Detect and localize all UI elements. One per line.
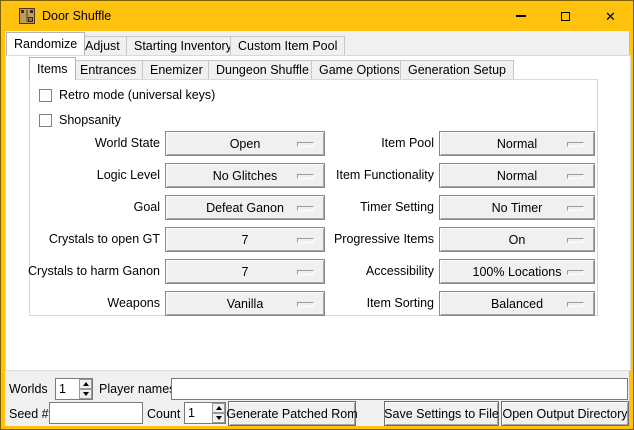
tab-dungeon-shuffle[interactable]: Dungeon Shuffle	[208, 60, 317, 79]
accessibility-label: Accessibility	[300, 259, 434, 284]
timer-setting-value: No Timer	[492, 201, 543, 215]
shopsanity-checkbox-row: Shopsanity	[39, 113, 121, 127]
window-title: Door Shuffle	[42, 9, 111, 23]
item-functionality-label: Item Functionality	[300, 163, 434, 188]
generate-patched-rom-button[interactable]: Generate Patched Rom	[228, 401, 356, 426]
item-sorting-dropdown[interactable]: Balanced	[439, 291, 595, 316]
minimize-icon	[516, 15, 526, 17]
timer-setting-dropdown[interactable]: No Timer	[439, 195, 595, 220]
save-settings-button[interactable]: Save Settings to File	[384, 401, 499, 426]
item-functionality-value: Normal	[497, 169, 537, 183]
logic-level-label: Logic Level	[20, 163, 160, 188]
seed-input[interactable]	[49, 402, 143, 424]
tab-game-options[interactable]: Game Options	[311, 60, 408, 79]
world-state-row: World State Open	[30, 131, 330, 156]
crystals-gt-row: Crystals to open GT 7	[30, 227, 330, 252]
count-spinner-buttons	[212, 403, 225, 423]
dropdown-indicator-icon	[567, 174, 584, 179]
spinner-up-button[interactable]	[79, 379, 92, 389]
goal-row: Goal Defeat Ganon	[30, 195, 330, 220]
player-names-label: Player names	[99, 382, 175, 396]
progressive-items-label: Progressive Items	[300, 227, 434, 252]
progressive-items-value: On	[509, 233, 526, 247]
item-pool-dropdown[interactable]: Normal	[439, 131, 595, 156]
spinner-up-button[interactable]	[212, 403, 225, 413]
crystals-ganon-value: 7	[242, 265, 249, 279]
spinner-down-button[interactable]	[79, 389, 92, 399]
tab-custom-item-pool[interactable]: Custom Item Pool	[230, 36, 345, 55]
item-sorting-value: Balanced	[491, 297, 543, 311]
dropdown-indicator-icon	[567, 302, 584, 307]
dropdown-indicator-icon	[567, 206, 584, 211]
progressive-items-row: Progressive Items On	[300, 227, 600, 252]
count-label: Count	[147, 407, 180, 421]
shopsanity-label: Shopsanity	[59, 113, 121, 127]
items-panel: Retro mode (universal keys) Shopsanity W…	[29, 79, 598, 316]
timer-setting-row: Timer Setting No Timer	[300, 195, 600, 220]
tab-generation-setup[interactable]: Generation Setup	[400, 60, 514, 79]
item-sorting-row: Item Sorting Balanced	[300, 291, 600, 316]
door-shuffle-window: Door Shuffle ✕ Randomize Adjust Starting…	[0, 0, 634, 430]
item-sorting-label: Item Sorting	[300, 291, 434, 316]
window-controls: ✕	[498, 1, 633, 31]
close-icon: ✕	[605, 10, 616, 23]
item-functionality-row: Item Functionality Normal	[300, 163, 600, 188]
arrow-down-icon	[216, 416, 222, 420]
dropdown-indicator-icon	[567, 270, 584, 275]
tab-enemizer[interactable]: Enemizer	[142, 60, 211, 79]
world-state-label: World State	[20, 131, 160, 156]
maximize-icon	[561, 12, 570, 21]
minimize-button[interactable]	[498, 1, 543, 31]
timer-setting-label: Timer Setting	[300, 195, 434, 220]
title-bar: Door Shuffle ✕	[1, 1, 633, 31]
count-spinner[interactable]: 1	[184, 402, 226, 424]
weapons-value: Vanilla	[227, 297, 264, 311]
tab-entrances[interactable]: Entrances	[72, 60, 144, 79]
retro-mode-checkbox-row: Retro mode (universal keys)	[39, 88, 215, 102]
player-names-input[interactable]	[171, 378, 628, 400]
crystals-ganon-row: Crystals to harm Ganon 7	[30, 259, 330, 284]
maximize-button[interactable]	[543, 1, 588, 31]
worlds-spinner-buttons	[79, 379, 92, 399]
dropdown-indicator-icon	[567, 142, 584, 147]
seed-label: Seed #	[9, 407, 49, 421]
progressive-items-dropdown[interactable]: On	[439, 227, 595, 252]
retro-mode-checkbox[interactable]	[39, 89, 52, 102]
worlds-value: 1	[56, 379, 79, 399]
logic-level-value: No Glitches	[213, 169, 278, 183]
item-pool-label: Item Pool	[300, 131, 434, 156]
accessibility-row: Accessibility 100% Locations	[300, 259, 600, 284]
retro-mode-label: Retro mode (universal keys)	[59, 88, 215, 102]
goal-value: Defeat Ganon	[206, 201, 284, 215]
arrow-up-icon	[83, 382, 89, 386]
weapons-row: Weapons Vanilla	[30, 291, 330, 316]
arrow-down-icon	[83, 392, 89, 396]
crystals-ganon-label: Crystals to harm Ganon	[20, 259, 160, 284]
close-button[interactable]: ✕	[588, 1, 633, 31]
accessibility-dropdown[interactable]: 100% Locations	[439, 259, 595, 284]
worlds-spinner[interactable]: 1	[55, 378, 93, 400]
door-icon	[19, 8, 35, 24]
tab-items[interactable]: Items	[29, 57, 76, 80]
accessibility-value: 100% Locations	[473, 265, 562, 279]
count-value: 1	[185, 403, 212, 423]
crystals-gt-label: Crystals to open GT	[20, 227, 160, 252]
tab-starting-inventory[interactable]: Starting Inventory	[126, 36, 240, 55]
goal-label: Goal	[20, 195, 160, 220]
item-pool-row: Item Pool Normal	[300, 131, 600, 156]
weapons-label: Weapons	[20, 291, 160, 316]
world-state-value: Open	[230, 137, 261, 151]
crystals-gt-value: 7	[242, 233, 249, 247]
item-pool-value: Normal	[497, 137, 537, 151]
dropdown-indicator-icon	[567, 238, 584, 243]
open-output-directory-button[interactable]: Open Output Directory	[501, 401, 629, 426]
worlds-label: Worlds	[9, 382, 48, 396]
logic-level-row: Logic Level No Glitches	[30, 163, 330, 188]
arrow-up-icon	[216, 406, 222, 410]
shopsanity-checkbox[interactable]	[39, 114, 52, 127]
spinner-down-button[interactable]	[212, 413, 225, 423]
tab-randomize[interactable]: Randomize	[6, 32, 85, 55]
item-functionality-dropdown[interactable]: Normal	[439, 163, 595, 188]
